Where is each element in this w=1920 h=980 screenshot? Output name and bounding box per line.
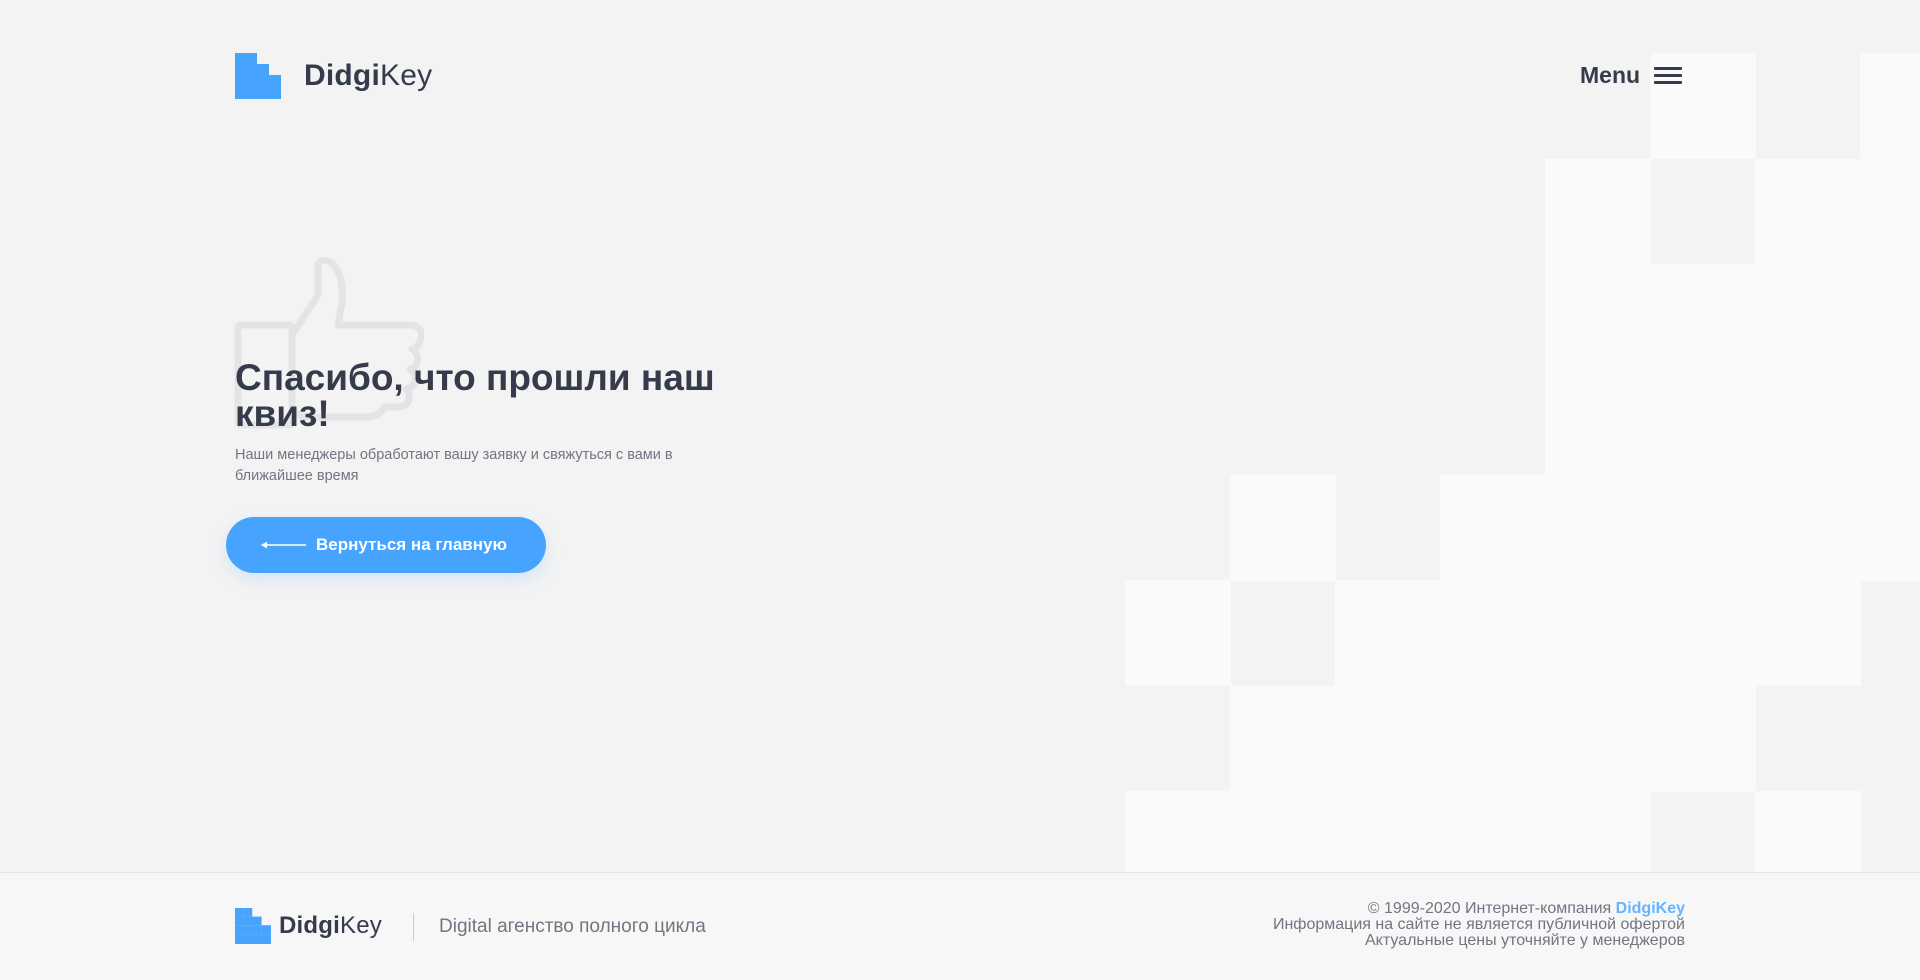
footer-info: © 1999-2020 Интернет-компания DidgiKey И…	[1273, 901, 1685, 949]
pattern-square	[1545, 791, 1651, 872]
pattern-square	[1545, 686, 1651, 792]
pattern-square	[1125, 791, 1231, 872]
pattern-square	[1860, 159, 1920, 265]
pattern-square	[1545, 580, 1651, 686]
pattern-square	[1860, 264, 1920, 370]
footer-logo-wordmark: DidgiKey	[279, 912, 382, 939]
pattern-square	[1545, 264, 1651, 370]
footer-prices-note: Актуальные цены уточняйте у менеджеров	[1364, 932, 1685, 949]
menu-button[interactable]: Menu	[1580, 62, 1683, 89]
pattern-square	[1440, 791, 1546, 872]
footer-divider	[413, 913, 414, 941]
pattern-square	[1860, 370, 1920, 476]
hamburger-icon	[1654, 66, 1683, 85]
page-subtitle: Наши менеджеры обработают вашу заявку и …	[235, 447, 673, 484]
pattern-square	[1125, 580, 1231, 686]
back-to-home-label: Вернуться на главную	[316, 535, 507, 554]
pattern-square	[1650, 370, 1756, 476]
pattern-square	[1860, 475, 1920, 581]
page: DidgiKey Menu Спасибо, что прошли наш кв…	[0, 0, 1920, 980]
menu-label: Menu	[1580, 62, 1641, 88]
pattern-square	[1650, 264, 1756, 370]
back-to-home-button[interactable]: Вернуться на главную	[226, 517, 546, 573]
page-title: Спасибо, что прошли наш квиз!	[235, 357, 715, 434]
footer-disclaimer: Информация на сайте не является публично…	[1272, 916, 1685, 933]
logo-wordmark: DidgiKey	[304, 59, 433, 92]
pattern-square	[1755, 159, 1861, 265]
didgikey-logo-icon	[235, 53, 281, 99]
pattern-square	[1440, 475, 1546, 581]
arrow-left-icon	[261, 541, 306, 549]
didgikey-logo-icon	[235, 908, 271, 944]
pattern-square	[1335, 580, 1441, 686]
header-logo[interactable]: DidgiKey	[235, 53, 432, 99]
pattern-square	[1230, 791, 1336, 872]
pattern-square	[1230, 475, 1336, 581]
footer-tagline: Digital агенство полного цикла	[439, 916, 706, 937]
pattern-square	[1335, 686, 1441, 792]
pattern-square	[1755, 370, 1861, 476]
pattern-square	[1755, 264, 1861, 370]
footer-brand-link[interactable]: DidgiKey	[1616, 900, 1685, 917]
pattern-square	[1230, 686, 1336, 792]
pattern-square	[1545, 370, 1651, 476]
pattern-square	[1650, 686, 1756, 792]
pattern-square	[1755, 791, 1861, 872]
pattern-square	[1650, 475, 1756, 581]
pattern-square	[1335, 791, 1441, 872]
pattern-square	[1860, 53, 1920, 159]
pattern-square	[1440, 686, 1546, 792]
background-checker-pattern	[0, 0, 1920, 872]
footer-copyright: © 1999-2020 Интернет-компания DidgiKey	[1367, 900, 1685, 917]
footer-logo[interactable]: DidgiKey	[235, 908, 382, 944]
pattern-square	[1650, 580, 1756, 686]
pattern-square	[1755, 475, 1861, 581]
pattern-square	[1755, 580, 1861, 686]
pattern-square	[1440, 580, 1546, 686]
pattern-square	[1545, 159, 1651, 265]
pattern-square	[1545, 475, 1651, 581]
footer: DidgiKey Digital агенство полного цикла …	[0, 872, 1920, 980]
